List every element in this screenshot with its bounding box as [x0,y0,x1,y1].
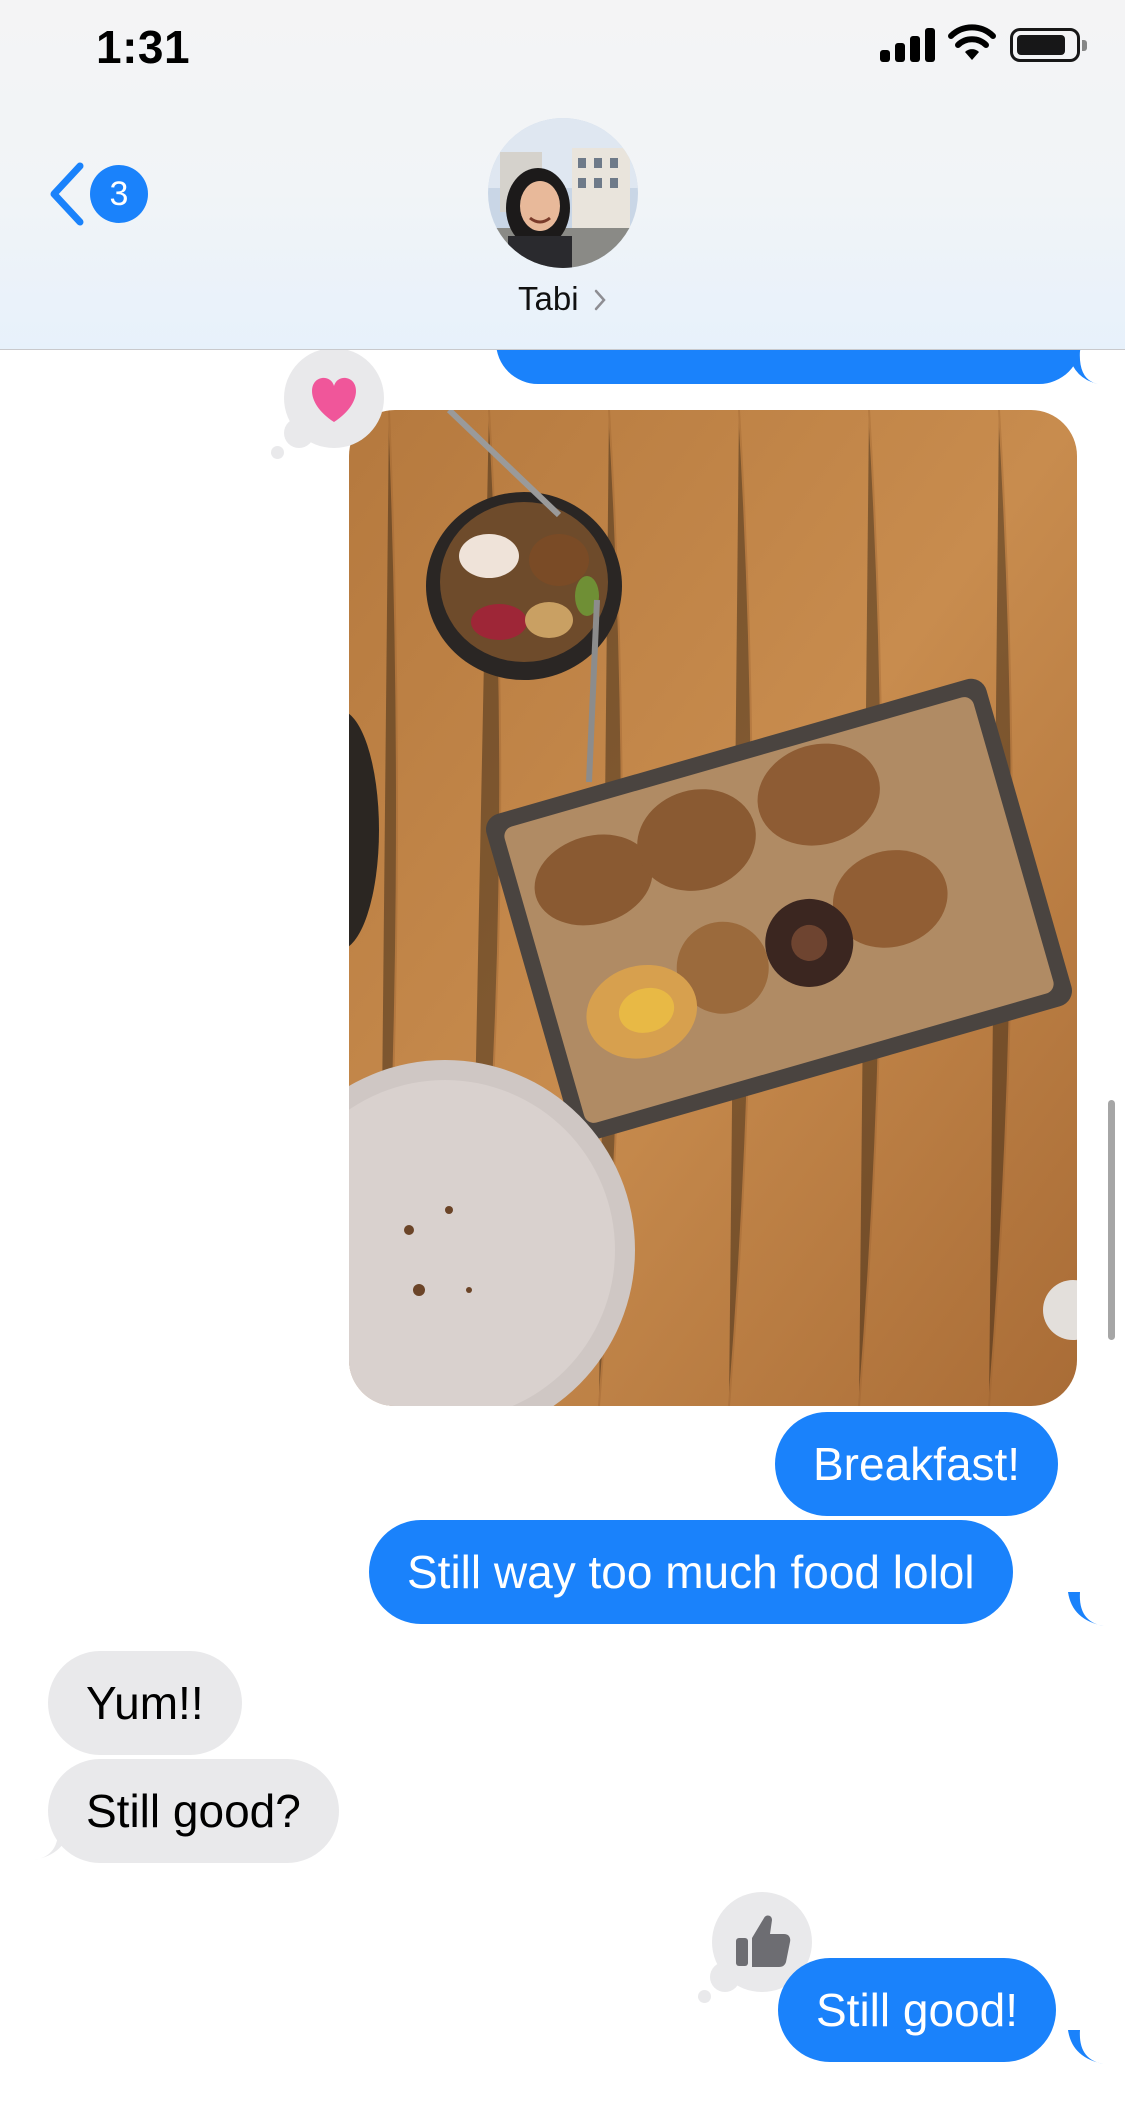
wifi-icon [948,24,996,60]
scroll-indicator[interactable] [1108,1100,1115,1340]
bubble-tail [1068,350,1098,384]
avatar-photo [488,118,638,268]
cellular-signal-icon [880,28,936,62]
contact-name: Tabi [518,280,579,317]
chevron-left-icon [50,162,84,226]
heart-icon [312,377,356,422]
status-bar: 1:31 [0,0,1125,95]
breakfast-photo-image [349,410,1077,1406]
sent-message-bubble[interactable]: Still way too much food lolol [369,1520,1013,1624]
breakfast-photo[interactable] [349,410,1077,1406]
unread-count-badge: 3 [90,165,148,223]
bubble-tail [1068,2030,1104,2064]
status-time: 1:31 [96,21,191,73]
heart-tapback[interactable] [284,348,384,448]
received-message-bubble[interactable]: Still good? [48,1759,339,1863]
bubble-tail [1068,1592,1104,1626]
battery-icon [1010,28,1087,62]
tapback-tail-dot [271,446,284,459]
received-message-bubble[interactable]: Yum!! [48,1651,242,1755]
contact-name-button[interactable]: Tabi [0,280,1125,318]
sent-message-bubble[interactable]: Still good! [778,1958,1057,2062]
back-button[interactable]: 3 [46,158,156,230]
tapback-tail-dot [698,1990,711,2003]
chevron-right-icon [594,289,606,311]
bubble-tail [34,1826,70,1860]
contact-avatar[interactable] [488,118,638,268]
sent-message-bubble[interactable]: Breakfast! [775,1412,1059,1516]
